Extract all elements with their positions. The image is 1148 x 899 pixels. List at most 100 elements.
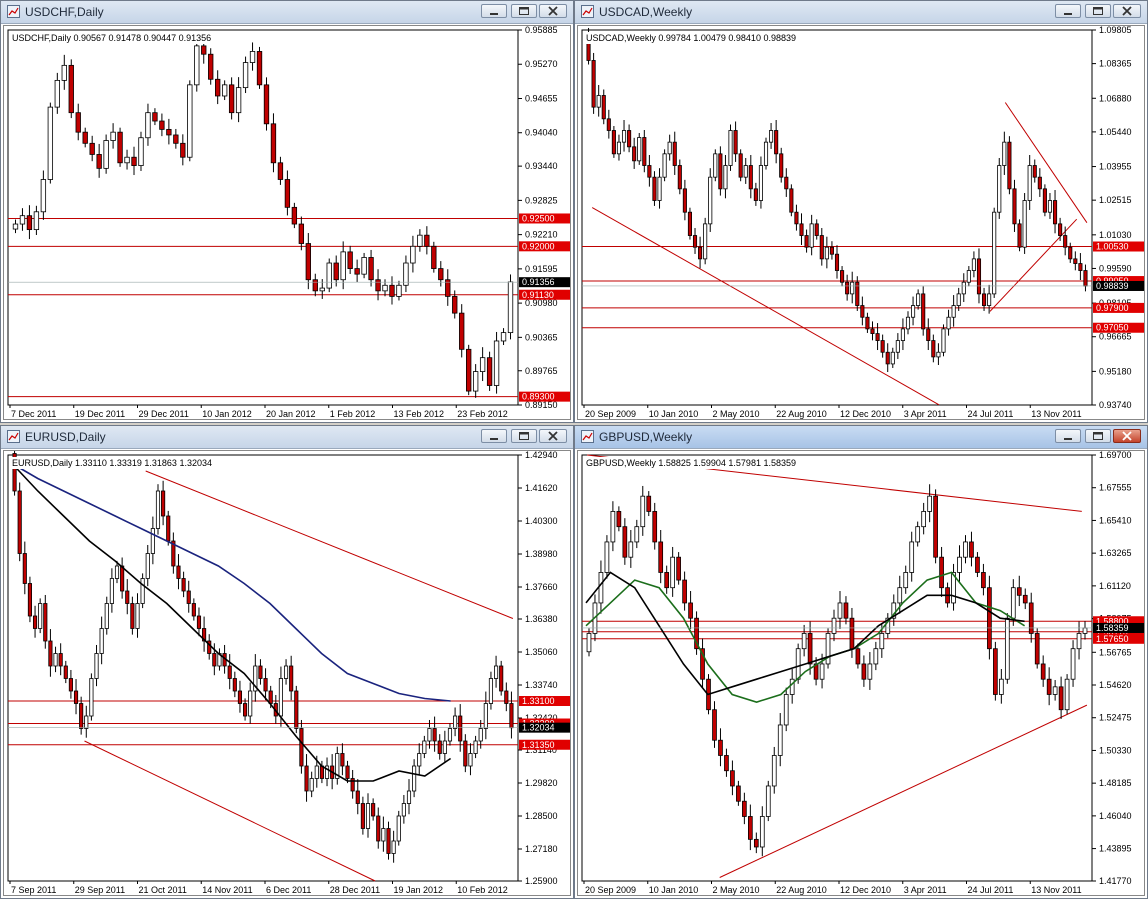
bear-candle [843,602,849,619]
bear-candle [1058,686,1064,711]
chart-area[interactable]: 1.09805 1.08365 1.06880 1.05440 1.03955 1.025… [577,25,1145,420]
bull-candle [382,284,388,292]
bear-candle [658,541,664,573]
chart-window[interactable]: EURUSD,Daily 1.42940 1.41620 1.40300 1.38980… [0,425,574,899]
bear-candle [459,312,465,350]
bull-candle [410,245,416,264]
y-tick-label: 0.93440 [525,161,558,171]
bear-candle [438,268,444,281]
bear-candle [26,215,33,231]
chart-window[interactable]: USDCHF,Daily 0.95885 0.95270 0.94655 0.94040… [0,0,574,423]
window-titlebar[interactable]: USDCHF,Daily [1,1,573,24]
x-tick-label: 20 Sep 2009 [585,885,636,895]
bear-candle [799,223,804,236]
bear-candle [212,653,217,667]
close-button[interactable] [1113,4,1141,18]
minimize-button[interactable] [1055,429,1081,443]
bull-candle [249,51,256,63]
close-button[interactable] [1113,429,1141,443]
bear-candle [452,296,458,314]
bear-candle [748,165,753,190]
window-titlebar[interactable]: USDCAD,Weekly [575,1,1147,24]
bear-candle [298,223,305,244]
bull-candle [657,176,662,201]
y-tick-label: 0.92825 [525,195,558,205]
bull-candle [381,828,386,842]
y-tick-label: 0.89765 [525,366,558,376]
bull-candle [478,728,483,742]
bear-candle [969,541,974,558]
bear-candle [263,84,270,125]
bear-candle [789,188,794,213]
restore-button[interactable] [511,4,537,18]
minimize-button[interactable] [481,4,507,18]
bull-candle [946,316,951,330]
bear-candle [159,120,165,130]
bull-candle [957,556,962,573]
y-tick-label: 0.90365 [525,332,558,342]
chart-window[interactable]: GBPUSD,Weekly 1.69700 1.67555 1.65410 1.6326… [574,425,1148,899]
y-tick-label: 1.08365 [1099,59,1132,69]
price-chart[interactable]: 0.95885 0.95270 0.94655 0.94040 0.93440 0.928… [4,26,572,421]
price-chart[interactable]: 1.697001.675551.654101.632651.611201.589… [578,451,1146,897]
bull-candle [911,305,916,318]
restore-button[interactable] [1085,4,1111,18]
level-price-label: 0.97050 [1096,323,1129,333]
bull-candle [406,790,412,804]
close-button[interactable] [539,4,567,18]
bull-candle [616,141,622,155]
price-chart[interactable]: 1.09805 1.08365 1.06880 1.05440 1.03955 1.025… [578,26,1146,421]
bull-candle [921,511,926,528]
x-tick-label: 7 Dec 2011 [11,409,56,419]
bear-candle [22,553,27,584]
bear-candle [243,703,248,717]
bull-candle [777,724,783,756]
restore-button[interactable] [511,429,537,443]
bull-candle [637,137,642,162]
bear-candle [304,765,309,792]
bull-candle [936,351,941,358]
chart-window[interactable]: USDCAD,Weekly 1.09805 1.08365 1.06880 1.0544… [574,0,1148,423]
window-titlebar[interactable]: GBPUSD,Weekly [575,426,1147,449]
close-button[interactable] [539,429,567,443]
bear-candle [499,665,504,692]
bull-candle [1076,633,1082,650]
bull-candle [1082,627,1088,634]
minimize-button[interactable] [481,429,507,443]
plot-frame [7,454,519,882]
y-tick-label: 1.67555 [1099,483,1132,493]
bear-candle [376,815,381,842]
bull-candle [33,211,40,231]
bull-candle [987,293,992,306]
bear-candle [333,262,339,281]
level-price-label: 1.57650 [1096,634,1129,644]
bear-candle [1022,594,1028,604]
minimize-button[interactable] [1055,4,1081,18]
x-tick-label: 10 Jan 2010 [649,409,699,419]
bull-candle [109,578,114,604]
bear-candle [1017,223,1022,248]
bear-candle [921,293,926,330]
chart-area[interactable]: 1.42940 1.41620 1.40300 1.38980 1.37660 1.363… [3,450,571,896]
bull-candle [396,284,402,297]
bear-candle [676,556,681,581]
y-tick-label: 1.69700 [1099,451,1132,460]
bull-candle [997,165,1002,213]
bear-candle [176,565,181,579]
bull-candle [713,153,718,178]
y-tick-label: 1.41770 [1099,876,1132,886]
bull-candle [634,526,640,543]
price-chart[interactable]: 1.42940 1.41620 1.40300 1.38980 1.37660 1.363… [4,451,572,897]
bull-candle [500,332,507,342]
chart-area[interactable]: 1.697001.675551.654101.632651.611201.589… [577,450,1145,896]
chart-area[interactable]: 0.95885 0.95270 0.94655 0.94040 0.93440 0.928… [3,25,571,420]
bull-candle [873,648,879,665]
bear-candle [27,583,32,617]
window-titlebar[interactable]: EURUSD,Daily [1,426,573,449]
bear-candle [291,206,298,225]
restore-button[interactable] [1085,429,1111,443]
bull-candle [145,553,150,579]
x-tick-label: 24 Jul 2011 [968,409,1014,419]
bear-candle [861,663,867,680]
y-tick-label: 1.61120 [1099,581,1131,591]
